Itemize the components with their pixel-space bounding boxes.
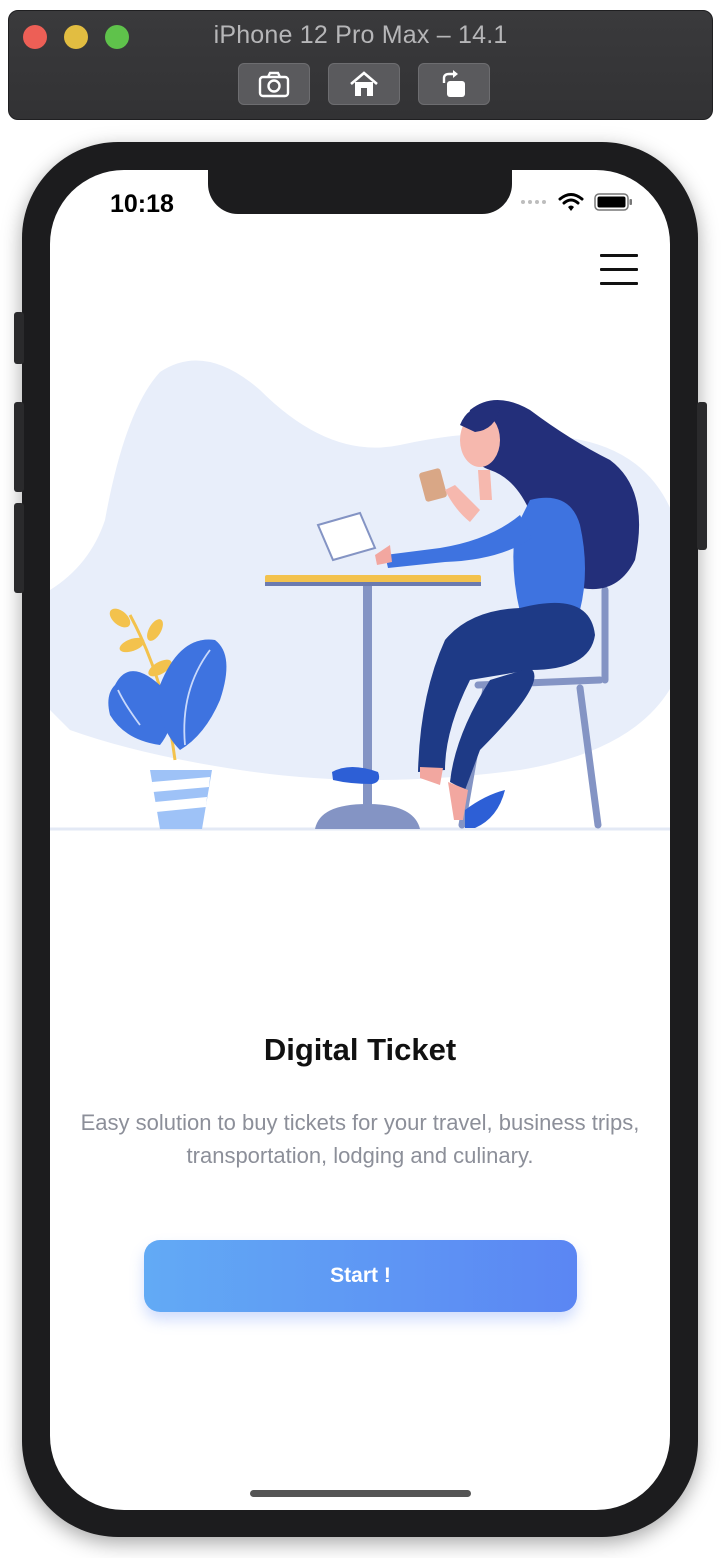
power-button <box>697 402 707 550</box>
onboarding-illustration <box>50 360 670 831</box>
status-time: 10:18 <box>110 190 174 218</box>
home-icon <box>350 71 378 96</box>
notch <box>208 170 512 214</box>
home-button[interactable] <box>328 63 400 105</box>
window-title: iPhone 12 Pro Max – 14.1 <box>213 21 508 49</box>
rotate-button[interactable] <box>418 63 490 105</box>
mute-switch <box>14 312 24 364</box>
start-button[interactable]: Start ! <box>144 1240 577 1312</box>
volume-down-button <box>14 503 24 593</box>
hamburger-menu-button[interactable] <box>600 252 638 288</box>
status-icons <box>520 192 634 212</box>
signal-icon <box>521 200 546 204</box>
screenshot-button[interactable] <box>238 63 310 105</box>
onboarding-title: Digital Ticket <box>263 1032 457 1067</box>
rotate-icon <box>442 70 465 97</box>
onboarding-subtitle: Easy solution to buy tickets for your tr… <box>80 1110 640 1168</box>
simulator-titlebar: iPhone 12 Pro Max – 14.1 <box>8 10 713 120</box>
wifi-icon <box>558 193 584 211</box>
volume-up-button <box>14 402 24 492</box>
screenshot-icon <box>258 71 290 98</box>
battery-icon <box>594 193 632 211</box>
phone-screen: 10:18 Digital Ticket Easy solution to bu… <box>50 170 670 1510</box>
home-indicator <box>250 1490 471 1497</box>
